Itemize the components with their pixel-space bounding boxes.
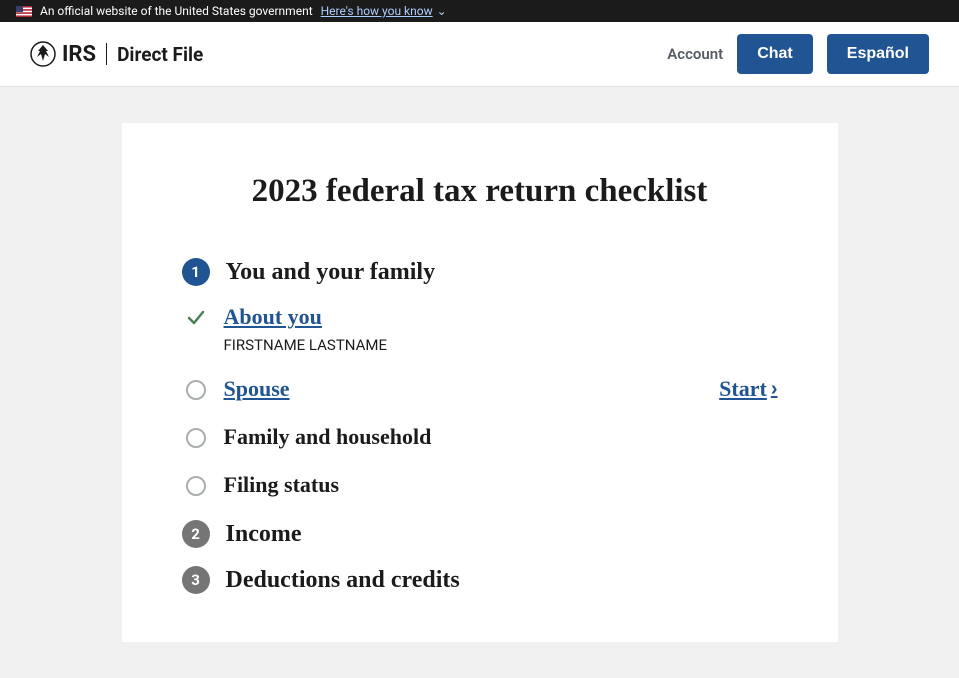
step-number-3: 3 [182, 566, 210, 594]
gov-banner-text: An official website of the United States… [40, 4, 313, 18]
step-number-2: 2 [182, 520, 210, 548]
irs-eagle-icon [30, 41, 56, 67]
circle-empty-icon [184, 378, 208, 402]
product-name: Direct File [117, 43, 203, 66]
about-you-link[interactable]: About you [224, 304, 388, 330]
item-family-household: Family and household [182, 424, 778, 450]
section-you-and-family: 1 You and your family [182, 258, 778, 286]
us-flag-icon [16, 6, 32, 17]
step-number-1: 1 [182, 258, 210, 286]
check-icon [184, 306, 208, 330]
main: 2023 federal tax return checklist 1 You … [0, 87, 959, 678]
chevron-down-icon: ⌄ [437, 4, 447, 18]
section-income: 2 Income [182, 520, 778, 548]
filing-status-label: Filing status [224, 472, 340, 498]
section-title-1: You and your family [226, 259, 436, 286]
family-household-label: Family and household [224, 424, 432, 450]
gov-banner-link[interactable]: Here's how you know⌄ [321, 4, 447, 18]
irs-logo[interactable]: IRS [30, 41, 96, 67]
header: IRS Direct File Account Chat Español [0, 22, 959, 87]
item-spouse: Spouse Start › [182, 376, 778, 402]
item-filing-status: Filing status [182, 472, 778, 498]
chat-button[interactable]: Chat [737, 34, 813, 74]
circle-empty-icon [184, 474, 208, 498]
gov-banner: An official website of the United States… [0, 0, 959, 22]
section-title-2: Income [226, 521, 302, 548]
card: 2023 federal tax return checklist 1 You … [122, 123, 838, 642]
about-you-name: FIRSTNAME LASTNAME [224, 336, 388, 354]
spouse-link[interactable]: Spouse [224, 376, 290, 402]
page-title: 2023 federal tax return checklist [182, 173, 778, 210]
logo-group: IRS Direct File [30, 41, 203, 67]
section-deductions: 3 Deductions and credits [182, 566, 778, 594]
section-title-3: Deductions and credits [226, 567, 460, 594]
header-right: Account Chat Español [667, 34, 929, 74]
item-about-you: About you FIRSTNAME LASTNAME [182, 304, 778, 354]
circle-empty-icon [184, 426, 208, 450]
spouse-start-link[interactable]: Start › [719, 376, 777, 402]
chevron-right-icon: › [771, 378, 778, 401]
divider [106, 43, 107, 65]
espanol-button[interactable]: Español [827, 34, 929, 74]
account-link[interactable]: Account [667, 45, 723, 63]
